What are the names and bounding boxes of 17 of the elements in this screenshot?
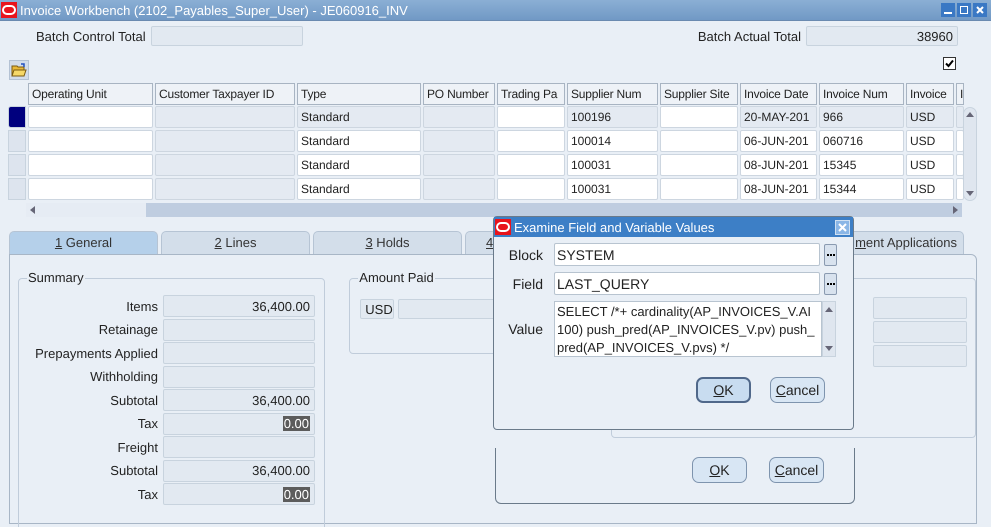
field-label: Retainage <box>98 322 158 337</box>
field-label: Freight <box>116 440 158 454</box>
field-label: Items <box>125 298 158 314</box>
field-label: Value <box>507 321 543 337</box>
field-label: Tax <box>136 416 158 431</box>
field-label: Batch Control Total <box>36 28 146 44</box>
field-label: Subtotal <box>109 392 158 408</box>
field-label: Field <box>512 276 543 292</box>
field-label: Tax <box>136 486 158 502</box>
field-label: Subtotal <box>109 463 158 478</box>
group-title: Summary <box>27 270 85 286</box>
dialog-title: Examine Field and Variable Values <box>514 220 714 234</box>
field-label: Batch Actual Total <box>698 28 801 44</box>
field-label: Prepayments Applied <box>34 346 158 360</box>
window-title: Invoice Workbench (2102_Payables_Super_User) - JE060916_INV <box>20 2 408 18</box>
field-label: Block <box>508 246 543 262</box>
field-label: Withholding <box>89 369 158 384</box>
